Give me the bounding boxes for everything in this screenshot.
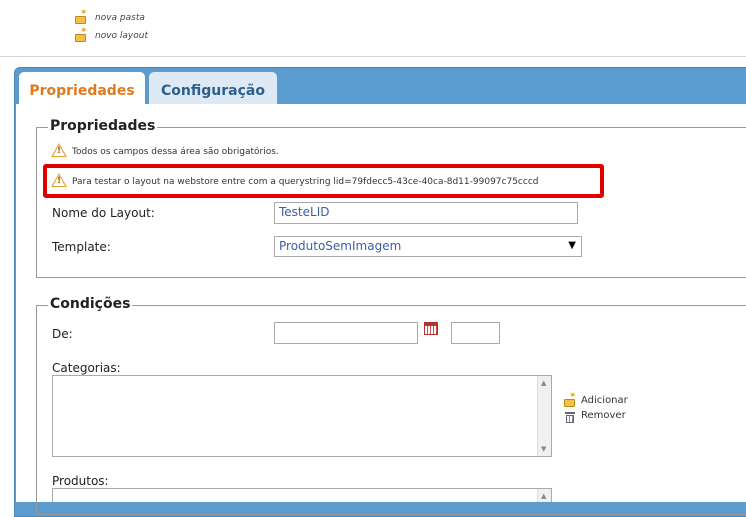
nova-pasta-link[interactable]: nova pasta — [95, 13, 145, 23]
produtos-scrollbar[interactable]: ▲ — [537, 489, 551, 502]
novo-layout-link[interactable]: novo layout — [95, 31, 148, 41]
de-date-input[interactable] — [274, 322, 418, 344]
scroll-up-icon[interactable]: ▲ — [541, 492, 546, 500]
tab-configuracao[interactable]: Configuração — [149, 72, 277, 104]
calendar-icon[interactable] — [424, 322, 438, 335]
new-layout-icon[interactable]: ✶ — [74, 27, 88, 43]
dropdown-arrow-icon: ▼ — [568, 240, 576, 251]
new-folder-icon[interactable]: ✶ — [74, 9, 88, 25]
template-label: Template: — [52, 240, 111, 254]
layout-name-label: Nome do Layout: — [52, 206, 155, 220]
layout-name-input[interactable]: TesteLID — [274, 202, 578, 224]
remover-link[interactable]: Remover — [581, 410, 626, 421]
tab-propriedades[interactable]: Propriedades — [19, 72, 145, 106]
condicoes-legend: Condições — [48, 296, 133, 312]
de-time-input[interactable] — [451, 322, 500, 344]
produtos-list[interactable]: ▲ — [52, 488, 552, 502]
categorias-label: Categorias: — [52, 361, 121, 375]
categorias-list[interactable]: ▲ ▼ — [52, 375, 552, 457]
warning-mark: ! — [57, 176, 62, 186]
scroll-down-icon[interactable]: ▼ — [541, 445, 546, 453]
required-notice: Todos os campos dessa área são obrigatór… — [72, 147, 279, 157]
de-label: De: — [52, 327, 73, 341]
propriedades-legend: Propriedades — [48, 118, 158, 134]
add-icon[interactable]: ✶ — [563, 392, 577, 408]
template-select[interactable]: ProdutoSemImagem ▼ — [274, 236, 582, 257]
trash-icon[interactable] — [565, 412, 575, 423]
template-select-value: ProdutoSemImagem — [279, 239, 402, 253]
test-notice: Para testar o layout na webstore entre c… — [72, 177, 539, 187]
divider — [0, 56, 746, 57]
produtos-label: Produtos: — [52, 474, 109, 488]
categorias-scrollbar[interactable]: ▲ ▼ — [537, 376, 551, 456]
adicionar-link[interactable]: Adicionar — [581, 395, 628, 406]
warning-mark: ! — [57, 146, 62, 156]
scroll-up-icon[interactable]: ▲ — [541, 379, 546, 387]
